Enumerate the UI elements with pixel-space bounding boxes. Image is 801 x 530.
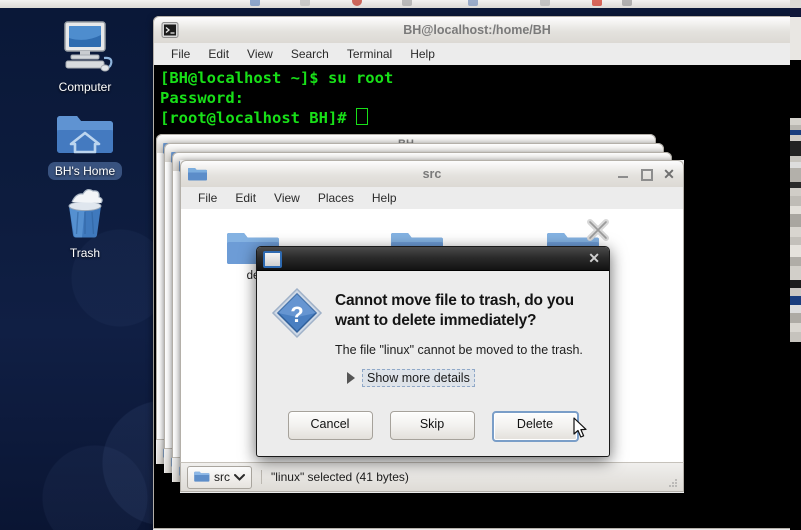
terminal-menu-search[interactable]: Search xyxy=(282,45,338,63)
computer-icon xyxy=(30,18,140,74)
panel-icon-7[interactable] xyxy=(592,0,602,6)
terminal-prompt: [root@localhost BH]# xyxy=(160,109,356,127)
panel-icon-3[interactable] xyxy=(352,0,362,6)
show-more-details-label[interactable]: Show more details xyxy=(362,369,475,387)
terminal-menu-edit[interactable]: Edit xyxy=(199,45,238,63)
path-button-label: src xyxy=(214,470,230,484)
terminal-menubar[interactable]: File Edit View Search Terminal Help xyxy=(153,43,801,65)
delete-confirmation-dialog[interactable]: ✕ ? Cannot move file to trash, do you wa… xyxy=(256,246,610,457)
skip-button[interactable]: Skip xyxy=(389,411,475,440)
desktop-icon-trash[interactable]: Trash xyxy=(30,184,140,262)
dialog-content: ? Cannot move file to trash, do you want… xyxy=(257,271,609,387)
desktop-icon-computer[interactable]: Computer xyxy=(30,18,140,96)
file-manager-menu-help[interactable]: Help xyxy=(363,189,406,207)
terminal-cursor xyxy=(355,108,368,125)
terminal-title: BH@localhost:/home/BH xyxy=(403,23,551,37)
file-manager-menu-view[interactable]: View xyxy=(265,189,309,207)
terminal-menu-terminal[interactable]: Terminal xyxy=(338,45,401,63)
file-manager-title: src xyxy=(422,167,442,181)
delete-overlay-icon xyxy=(585,217,611,243)
trash-icon xyxy=(30,184,140,240)
panel-icon-1[interactable] xyxy=(250,0,260,6)
panel-icon-4[interactable] xyxy=(402,0,412,6)
window-icon xyxy=(263,251,282,268)
panel-icon-5[interactable] xyxy=(468,0,478,6)
delete-button[interactable]: Delete xyxy=(491,411,579,442)
desktop-icon-label: Trash xyxy=(69,246,101,260)
svg-text:?: ? xyxy=(290,302,303,327)
desktop-icon-home[interactable]: BH's Home xyxy=(30,102,140,180)
terminal-line: Password: xyxy=(160,88,244,107)
show-more-details-expander[interactable]: Show more details xyxy=(347,369,593,387)
status-text: "linux" selected (41 bytes) xyxy=(261,470,409,484)
file-manager-menu-file[interactable]: File xyxy=(189,189,226,207)
cancel-button[interactable]: Cancel xyxy=(287,411,373,440)
file-manager-statusbar: src "linux" selected (41 bytes) xyxy=(180,462,684,492)
dialog-heading: Cannot move file to trash, do you want t… xyxy=(335,292,574,329)
file-manager-menubar[interactable]: File Edit View Places Help xyxy=(180,187,684,209)
maximize-button[interactable] xyxy=(640,168,653,181)
dialog-titlebar[interactable]: ✕ xyxy=(257,247,609,271)
desktop-icon-label: Computer xyxy=(58,80,112,94)
window-controls[interactable]: ✕ xyxy=(617,161,675,187)
close-button[interactable]: ✕ xyxy=(663,167,675,181)
desktop-icon-label: BH's Home xyxy=(47,162,123,180)
triangle-right-icon xyxy=(347,372,355,384)
terminal-prompt-line: [root@localhost BH]# xyxy=(160,108,794,129)
folder-icon xyxy=(194,469,210,485)
file-manager-menu-places[interactable]: Places xyxy=(309,189,363,207)
panel-icon-8[interactable] xyxy=(622,0,632,6)
terminal-line: [BH@localhost ~]$ su root xyxy=(160,69,394,87)
minimize-button[interactable] xyxy=(617,168,629,180)
question-icon: ? xyxy=(271,287,323,339)
panel-icon-6[interactable] xyxy=(540,0,550,6)
terminal-menu-help[interactable]: Help xyxy=(401,45,444,63)
terminal-titlebar[interactable]: BH@localhost:/home/BH xyxy=(153,16,801,43)
dialog-close-button[interactable]: ✕ xyxy=(588,247,600,270)
resize-grip[interactable] xyxy=(667,476,679,488)
terminal-menu-file[interactable]: File xyxy=(162,45,199,63)
background-app-edge[interactable] xyxy=(790,0,801,530)
terminal-menu-view[interactable]: View xyxy=(238,45,282,63)
dialog-message: The file "linux" cannot be moved to the … xyxy=(335,343,583,357)
file-manager-titlebar[interactable]: src ✕ xyxy=(180,160,684,187)
file-manager-menu-edit[interactable]: Edit xyxy=(226,189,265,207)
screen: Computer BH's Home Trash BH@localhost:/h… xyxy=(0,0,801,530)
dialog-buttons: Cancel Skip Delete xyxy=(257,411,609,442)
home-folder-icon xyxy=(30,102,140,158)
path-dropdown-button[interactable]: src xyxy=(187,465,252,489)
panel-icon-2[interactable] xyxy=(300,0,310,6)
chevron-down-icon xyxy=(234,470,245,484)
